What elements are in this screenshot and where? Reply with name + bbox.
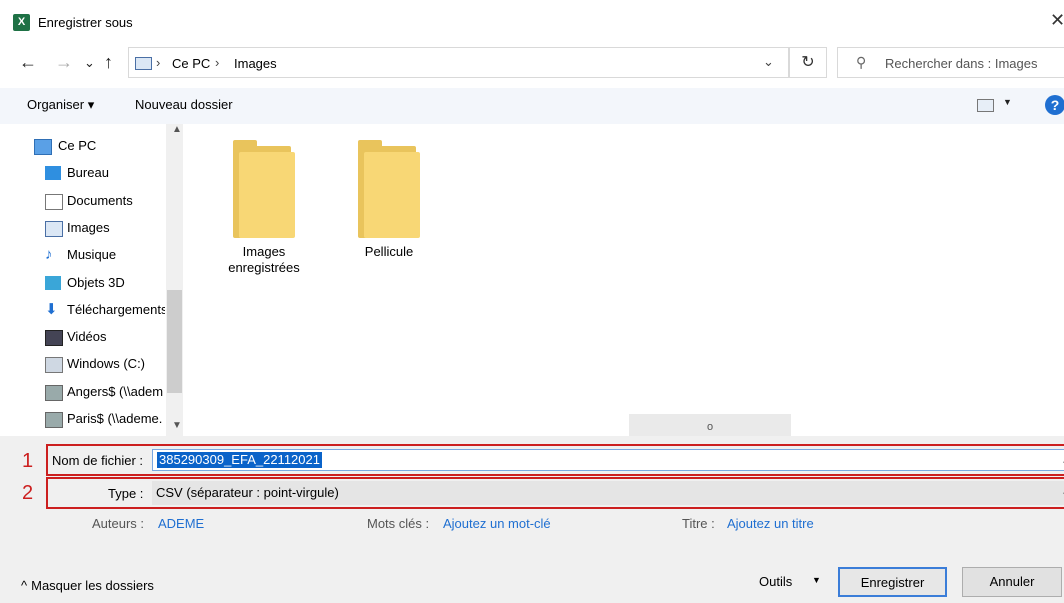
sidebar-item-label: Bureau (67, 165, 109, 181)
horizontal-scrollbar-thumb[interactable]: o (629, 414, 791, 436)
sidebar-item[interactable]: Bureau (0, 161, 165, 185)
new-folder-button[interactable]: Nouveau dossier (135, 97, 233, 112)
sidebar-item[interactable]: Vidéos (0, 325, 165, 349)
sidebar-item-label: Documents (67, 192, 133, 208)
sidebar-item[interactable]: Paris$ (\\ademe. (0, 407, 165, 431)
sidebar-item-label: Téléchargements (67, 301, 165, 317)
sidebar-item-label: Images (67, 219, 110, 235)
address-bar[interactable]: › Ce PC › Images ⌄ (128, 47, 789, 78)
breadcrumb-separator[interactable]: › (215, 55, 219, 70)
folder-label: Pellicule (364, 244, 414, 259)
save-button[interactable]: Enregistrer (838, 567, 947, 597)
excel-icon: X (13, 14, 30, 31)
caret-down-icon[interactable]: ▼ (1003, 97, 1012, 107)
sidebar-item-label: Angers$ (\\adem (67, 383, 164, 399)
sidebar-item[interactable]: Objets 3D (0, 271, 165, 295)
title-bar: X Enregistrer sous ✕ (0, 0, 1064, 44)
navigation-pane: Ce PC Bureau Documents Images ♪ Musique Objets… (0, 124, 184, 436)
sidebar-item[interactable]: Documents (0, 189, 165, 213)
refresh-button[interactable]: ↻ (789, 47, 827, 78)
network-drive-disconnected-icon (45, 384, 63, 401)
view-options-icon[interactable] (977, 99, 994, 112)
downloads-icon: ⬇ (45, 300, 58, 318)
breadcrumb-ce-pc[interactable]: Ce PC (172, 56, 210, 71)
folder-label: Images enregistrées (228, 244, 300, 275)
search-icon: ⚲ (856, 54, 867, 70)
caret-down-icon[interactable]: ▼ (812, 575, 821, 585)
sidebar-item[interactable]: Images (0, 216, 165, 240)
keywords-label: Mots clés : (367, 516, 430, 531)
sidebar-item-label: Objets 3D (67, 274, 125, 290)
chevron-up-icon: ^ (21, 578, 28, 593)
filename-row: Nom de fichier : 385290309_EFA_22112021 … (46, 444, 1064, 476)
pc-icon (34, 139, 52, 155)
videos-icon (45, 330, 63, 347)
help-icon[interactable]: ? (1045, 95, 1064, 115)
back-button[interactable]: ← (19, 52, 37, 73)
annotation-marker-1: 1 (22, 450, 34, 472)
network-drive-disconnected-icon (45, 412, 63, 428)
desktop-icon (45, 166, 61, 181)
images-icon (45, 220, 63, 237)
sidebar-item[interactable]: Windows (C:) (0, 352, 165, 376)
sidebar-item-label: Windows (C:) (67, 356, 146, 372)
sidebar-item-label: Vidéos (67, 329, 107, 345)
file-type-row: Type : CSV (séparateur : point-virgule) … (46, 477, 1064, 509)
scroll-down-icon[interactable]: ▼ (172, 420, 182, 431)
forward-button[interactable]: → (55, 52, 73, 73)
title-value[interactable]: Ajoutez un titre (727, 516, 814, 531)
sidebar-item-label: Paris$ (\\ademe. (67, 411, 163, 426)
folder-icon (358, 140, 420, 238)
cancel-button[interactable]: Annuler (962, 567, 1062, 597)
folder-icon (233, 140, 295, 238)
file-type-label: Type : (108, 486, 144, 501)
filename-field[interactable]: 385290309_EFA_22112021 (152, 449, 1064, 471)
drive-icon (45, 357, 63, 374)
annotation-marker-2: 2 (22, 482, 34, 504)
sidebar-item-label: Musique (67, 247, 117, 263)
objects-3d-icon (45, 275, 61, 290)
hide-folders-label: Masquer les dossiers (31, 578, 154, 593)
breadcrumb-separator[interactable]: › (156, 55, 160, 70)
sidebar-item[interactable]: Ce PC (0, 134, 165, 158)
filename-label: Nom de fichier : (52, 453, 144, 468)
pc-icon (135, 57, 152, 70)
sidebar-item[interactable]: Angers$ (\\adem (0, 380, 165, 404)
window-title: Enregistrer sous (38, 15, 133, 30)
sidebar-item-label: Ce PC (58, 138, 97, 153)
hide-folders-button[interactable]: ^ Masquer les dossiers (21, 578, 154, 593)
chevron-down-icon[interactable]: ⌄ (763, 54, 774, 70)
recent-locations-button[interactable]: ⌄ (84, 55, 95, 71)
scroll-up-icon[interactable]: ▲ (172, 124, 182, 135)
music-icon: ♪ (45, 246, 53, 264)
sidebar-item[interactable]: ⬇ Téléchargements (0, 298, 165, 322)
authors-label: Auteurs : (92, 516, 145, 531)
file-type-value: CSV (séparateur : point-virgule) (156, 485, 339, 500)
filename-value[interactable]: 385290309_EFA_22112021 (157, 452, 322, 468)
up-button[interactable]: ↑ (104, 52, 113, 73)
keywords-value[interactable]: Ajoutez un mot-clé (443, 516, 551, 531)
search-placeholder: Rechercher dans : Images (885, 56, 1038, 71)
toolbar: Organiser ▾ Nouveau dossier ▼ ? (0, 88, 1064, 124)
documents-icon (45, 193, 63, 210)
close-icon[interactable]: ✕ (1050, 10, 1064, 31)
folder-item[interactable]: Images enregistrées (214, 140, 314, 276)
sidebar-item[interactable]: ♪ Musique (0, 243, 165, 267)
title-label: Titre : (682, 516, 715, 531)
scrollbar-thumb[interactable] (167, 290, 182, 393)
folder-item[interactable]: Pellicule (339, 140, 439, 260)
file-type-select[interactable]: CSV (séparateur : point-virgule) (152, 481, 1064, 505)
search-input[interactable]: ⚲ Rechercher dans : Images (837, 47, 1064, 78)
organise-button[interactable]: Organiser ▾ (27, 97, 94, 113)
tools-button[interactable]: Outils (759, 574, 792, 589)
breadcrumb-images[interactable]: Images (234, 56, 277, 71)
authors-value[interactable]: ADEME (158, 516, 204, 531)
